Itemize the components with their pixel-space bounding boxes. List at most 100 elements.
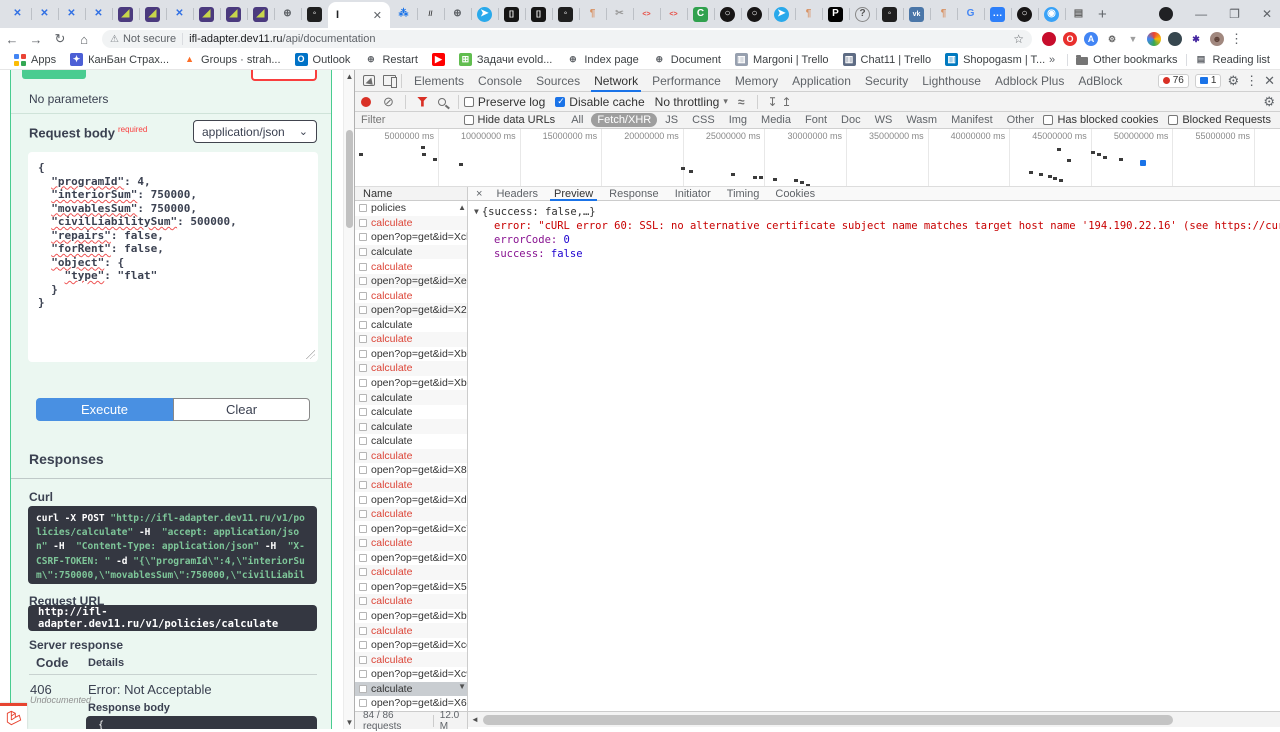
bookmark-item[interactable]: ⊞ Задачи evold... xyxy=(458,53,552,66)
devtools-tab-elements[interactable]: Elements xyxy=(407,70,471,92)
address-bar[interactable]: ⚠ Not secure ifl-adapter.dev11.ru/api/do… xyxy=(102,30,1032,48)
filter-pill-other[interactable]: Other xyxy=(1001,113,1041,127)
devtools-tab-lighthouse[interactable]: Lighthouse xyxy=(915,70,988,92)
v-icon[interactable]: ▼ xyxy=(1126,32,1140,46)
timeline-request-dot[interactable] xyxy=(773,178,777,181)
filter-pill-font[interactable]: Font xyxy=(799,113,833,127)
browser-tab[interactable]: C xyxy=(687,0,714,28)
bookmark-item[interactable]: ▲ Groups · strah... xyxy=(183,53,280,66)
request-row[interactable]: calculate xyxy=(355,448,467,464)
bookmark-item[interactable]: ▥ Shopogasm | T... xyxy=(945,53,1045,66)
hscroll-left-icon[interactable]: ◄ xyxy=(471,715,479,724)
timeline-request-dot[interactable] xyxy=(1103,156,1107,159)
browser-tab[interactable]: ✕ xyxy=(31,0,58,28)
filter-pill-doc[interactable]: Doc xyxy=(835,113,867,127)
star-ext-icon[interactable]: ✱ xyxy=(1189,32,1203,46)
request-row[interactable]: open?op=get&id=Xd.. xyxy=(355,492,467,507)
browser-tab[interactable]: ▤ xyxy=(1065,0,1092,28)
scroll-down-icon[interactable]: ▼ xyxy=(344,718,354,727)
network-overview-timeline[interactable]: 5000000 ms 10000000 ms 15000000 ms 20000000… xyxy=(355,129,1280,187)
device-toolbar-icon[interactable] xyxy=(383,75,397,88)
network-conditions-icon[interactable]: ≈ xyxy=(738,95,745,109)
bookmark-item[interactable]: ⊕ Restart xyxy=(364,53,418,66)
timeline-request-dot[interactable] xyxy=(422,153,426,156)
request-row[interactable]: open?op=get&id=Xb.. xyxy=(355,376,467,391)
request-row[interactable]: calculate xyxy=(355,506,467,522)
other-bookmarks-button[interactable]: Other bookmarks xyxy=(1076,54,1178,66)
request-row[interactable]: calculate xyxy=(355,318,467,333)
timeline-request-dot[interactable] xyxy=(1097,153,1101,156)
blocked-requests-label[interactable]: Blocked Requests xyxy=(1182,114,1271,126)
timeline-request-dot[interactable] xyxy=(1067,159,1071,162)
request-row[interactable]: open?op=get&id=Xc9. xyxy=(355,667,467,682)
filter-pill-fetchxhr[interactable]: Fetch/XHR xyxy=(591,113,658,127)
browser-tab[interactable]: ◢ xyxy=(139,0,166,28)
timeline-request-dot[interactable] xyxy=(753,176,757,179)
detail-tab-response[interactable]: Response xyxy=(601,187,667,201)
browser-tab[interactable]: // xyxy=(417,0,444,28)
forward-button[interactable]: → xyxy=(24,32,48,47)
page-scrollbar[interactable]: ▲ ▼ xyxy=(343,70,354,729)
timeline-request-dot[interactable] xyxy=(759,176,763,179)
gear-ext-icon[interactable]: ⚙ xyxy=(1105,32,1119,46)
request-row[interactable]: open?op=get&id=Xce. xyxy=(355,638,467,653)
browser-tab[interactable]: ¶ xyxy=(579,0,606,28)
browser-tab[interactable]: P xyxy=(822,0,849,28)
filter-input[interactable] xyxy=(361,114,461,126)
request-row[interactable]: open?op=get&id=X0.. xyxy=(355,551,467,566)
timeline-request-dot[interactable] xyxy=(681,167,685,170)
request-row[interactable]: calculate xyxy=(355,288,467,303)
minimize-button[interactable]: — xyxy=(1195,7,1207,21)
bookmark-item[interactable]: ✦ КанБан Страх... xyxy=(70,53,169,66)
adblock-plus-icon[interactable] xyxy=(1042,32,1056,46)
filter-pill-ws[interactable]: WS xyxy=(869,113,899,127)
browser-tab[interactable]: ⊕ xyxy=(444,0,471,28)
reload-button[interactable]: ↻ xyxy=(48,31,72,47)
timeline-request-dot[interactable] xyxy=(800,181,804,184)
resize-handle[interactable] xyxy=(306,350,315,359)
browser-tab[interactable]: ⁂ xyxy=(390,0,417,28)
request-row[interactable]: calculate xyxy=(355,419,467,434)
detail-tab-timing[interactable]: Timing xyxy=(719,187,768,201)
request-row[interactable]: calculate xyxy=(355,652,467,667)
request-row[interactable]: open?op=get&id=Xc7. xyxy=(355,521,467,536)
inspect-element-icon[interactable] xyxy=(363,75,375,86)
timeline-request-dot[interactable] xyxy=(433,158,437,161)
clear-network-icon[interactable]: ⊘ xyxy=(383,94,394,110)
request-row[interactable]: policies xyxy=(355,201,467,216)
browser-tab[interactable]: ◦ xyxy=(876,0,903,28)
timeline-request-dot[interactable] xyxy=(689,170,693,173)
request-body-editor[interactable]: { "programId": 4, "interiorSum": 750000,… xyxy=(28,152,318,362)
expand-caret-icon[interactable]: ▼ xyxy=(474,205,479,219)
request-row[interactable]: calculate xyxy=(355,405,467,420)
timeline-request-dot[interactable] xyxy=(421,146,425,149)
request-row[interactable]: open?op=get&id=Xe.. xyxy=(355,273,467,289)
blocked-cookies-checkbox[interactable] xyxy=(1043,115,1054,125)
filter-pill-manifest[interactable]: Manifest xyxy=(945,113,999,127)
request-row[interactable]: calculate xyxy=(355,477,467,493)
home-button[interactable]: ⌂ xyxy=(72,32,96,47)
bookmark-item[interactable]: ▥ Margoni | Trello xyxy=(734,53,829,66)
timeline-selected-request-dot[interactable] xyxy=(1140,160,1146,166)
window-close-button[interactable]: ✕ xyxy=(1262,7,1272,21)
maximize-button[interactable]: ❐ xyxy=(1229,7,1240,21)
filter-pill-css[interactable]: CSS xyxy=(686,113,721,127)
cancel-button[interactable] xyxy=(251,70,317,81)
detail-horizontal-scrollbar[interactable]: ◄ xyxy=(468,711,1280,727)
browser-tab[interactable]: <> xyxy=(660,0,687,28)
browser-menu-icon[interactable]: ⋮ xyxy=(1230,31,1243,47)
timeline-request-dot[interactable] xyxy=(1059,179,1063,182)
color-wheel-icon[interactable] xyxy=(1147,32,1161,46)
request-row[interactable]: calculate xyxy=(355,565,467,580)
request-row[interactable]: open?op=get&id=X2.. xyxy=(355,302,467,318)
request-row[interactable]: open?op=get&id=Xcb xyxy=(355,230,467,245)
browser-tab[interactable]: ¶ xyxy=(795,0,822,28)
timeline-request-dot[interactable] xyxy=(731,173,735,176)
timeline-request-dot[interactable] xyxy=(459,163,463,166)
browser-tab[interactable]: <> xyxy=(633,0,660,28)
bookmark-item[interactable]: Apps xyxy=(14,53,56,66)
list-scroll-up-icon[interactable]: ▲ xyxy=(458,203,466,212)
reading-list-button[interactable]: ▤ Reading list xyxy=(1195,53,1270,66)
request-row[interactable]: calculate xyxy=(355,390,467,405)
timeline-request-dot[interactable] xyxy=(1029,171,1033,174)
